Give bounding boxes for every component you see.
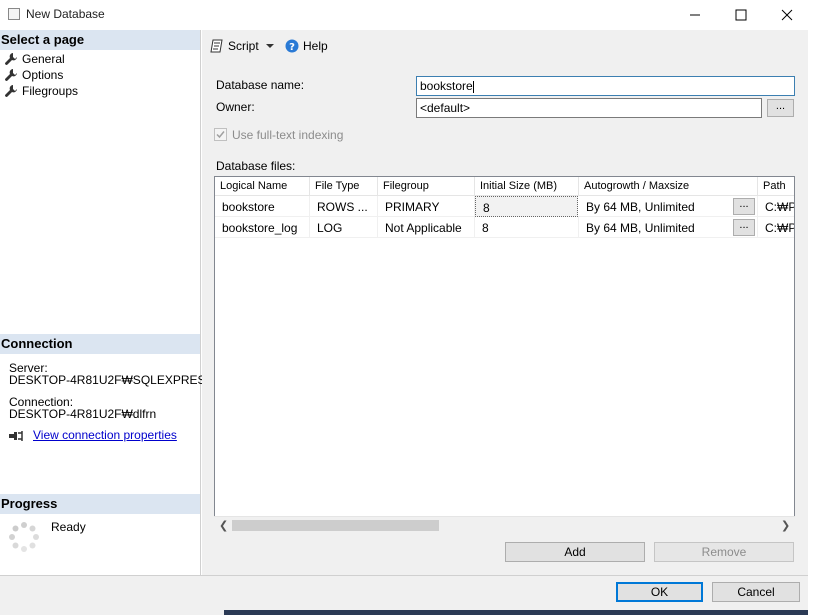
wrench-icon: [5, 85, 17, 97]
add-button[interactable]: Add: [505, 542, 645, 562]
left-pane: Select a page General Options Filegroups…: [0, 30, 214, 575]
progress-status: Ready: [51, 520, 86, 534]
close-icon: [781, 9, 793, 21]
cell-autogrowth: By 64 MB, Unlimited: [579, 217, 758, 238]
cell-file-type[interactable]: LOG: [310, 217, 378, 238]
database-name-label: Database name:: [216, 78, 305, 92]
cell-initial-size[interactable]: 8: [475, 196, 578, 217]
title-bar: New Database: [0, 0, 815, 30]
scroll-right-icon[interactable]: ❯: [781, 519, 790, 532]
cancel-button[interactable]: Cancel: [712, 582, 800, 602]
text-caret: [472, 80, 474, 93]
column-header-logical-name[interactable]: Logical Name: [215, 177, 310, 196]
cell-logical-name[interactable]: bookstore: [215, 196, 310, 217]
owner-browse-button[interactable]: ...: [767, 99, 794, 117]
server-value: DESKTOP-4R81U2F₩SQLEXPRESS: [9, 373, 214, 387]
close-button[interactable]: [764, 0, 810, 30]
minimize-button[interactable]: [672, 0, 718, 30]
database-name-value: bookstore: [420, 79, 473, 93]
svg-text:?: ?: [289, 42, 295, 53]
page-item-filegroups[interactable]: Filegroups: [4, 83, 78, 99]
checkmark-icon: [216, 131, 225, 139]
fulltext-indexing-label: Use full-text indexing: [232, 128, 344, 142]
connection-header: Connection: [0, 334, 200, 354]
help-label: Help: [303, 39, 328, 53]
page-item-label: General: [22, 52, 65, 66]
cell-path[interactable]: C:₩P: [758, 196, 794, 217]
cell-logical-name[interactable]: bookstore_log: [215, 217, 310, 238]
page-item-label: Options: [22, 68, 64, 82]
ok-button[interactable]: OK: [616, 582, 703, 602]
progress-spinner-icon: [9, 522, 39, 552]
owner-value: <default>: [420, 101, 471, 115]
maximize-icon: [735, 9, 747, 21]
scroll-left-icon[interactable]: ❮: [219, 519, 228, 532]
connection-properties-icon: [9, 431, 23, 441]
wrench-icon: [5, 69, 17, 81]
select-page-header: Select a page: [0, 30, 200, 50]
database-files-grid[interactable]: Logical Name File Type Filegroup Initial…: [214, 176, 795, 533]
column-header-path[interactable]: Path: [758, 177, 794, 196]
chevron-down-icon: [265, 44, 274, 48]
script-icon: [210, 39, 223, 53]
scrollbar-thumb[interactable]: [232, 520, 439, 531]
maximize-button[interactable]: [718, 0, 764, 30]
table-row[interactable]: bookstore_log LOG Not Applicable 8 By 64…: [215, 217, 794, 238]
cell-autogrowth: By 64 MB, Unlimited: [579, 196, 758, 217]
page-item-options[interactable]: Options: [4, 67, 63, 83]
view-connection-properties-link[interactable]: View connection properties: [33, 428, 177, 442]
database-files-label: Database files:: [216, 159, 296, 173]
page-item-label: Filegroups: [22, 84, 79, 98]
wrench-icon: [5, 53, 17, 65]
remove-button[interactable]: Remove: [654, 542, 794, 562]
column-header-file-type[interactable]: File Type: [310, 177, 378, 196]
progress-header: Progress: [0, 494, 200, 514]
minimize-icon: [690, 14, 700, 16]
cell-initial-size[interactable]: 8: [475, 217, 579, 238]
column-header-autogrowth[interactable]: Autogrowth / Maxsize: [579, 177, 758, 196]
column-header-initial-size[interactable]: Initial Size (MB): [475, 177, 579, 196]
owner-input[interactable]: <default>: [416, 98, 762, 118]
script-label: Script: [228, 39, 259, 53]
grid-header: Logical Name File Type Filegroup Initial…: [215, 177, 794, 196]
autogrowth-browse-button[interactable]: ...: [733, 219, 755, 236]
window-title: New Database: [26, 7, 105, 21]
script-button[interactable]: Script: [210, 39, 275, 53]
page-item-general[interactable]: General: [4, 51, 65, 67]
connection-value: DESKTOP-4R81U2F₩dlfrn: [9, 407, 157, 421]
app-icon: [8, 8, 20, 20]
cell-filegroup[interactable]: Not Applicable: [378, 217, 475, 238]
column-header-filegroup[interactable]: Filegroup: [378, 177, 475, 196]
window-edge: [808, 30, 815, 615]
table-row[interactable]: bookstore ROWS ... PRIMARY 8 By 64 MB, U…: [215, 196, 794, 217]
autogrowth-browse-button[interactable]: ...: [733, 198, 755, 215]
help-button[interactable]: ? Help: [285, 39, 328, 53]
cell-file-type[interactable]: ROWS ...: [310, 196, 378, 217]
help-icon: ?: [285, 39, 299, 53]
cell-filegroup[interactable]: PRIMARY: [378, 196, 475, 217]
cell-path[interactable]: C:₩P: [758, 217, 794, 238]
fulltext-indexing-checkbox[interactable]: [214, 128, 227, 141]
grid-horizontal-scrollbar[interactable]: ❮ ❯: [214, 516, 795, 533]
database-name-input[interactable]: bookstore: [416, 76, 795, 96]
owner-label: Owner:: [216, 100, 255, 114]
background-window-edge: [224, 610, 808, 615]
